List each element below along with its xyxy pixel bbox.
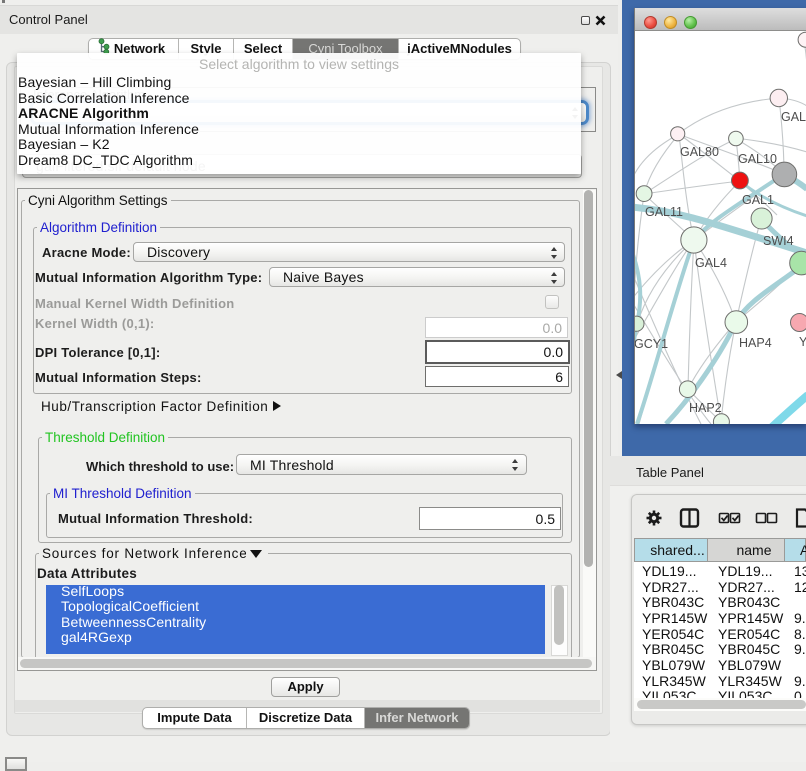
svg-text:GAL80: GAL80 [680, 145, 719, 159]
svg-text:SWI4: SWI4 [763, 234, 794, 248]
svg-text:GCY1: GCY1 [635, 337, 668, 351]
svg-text:GAL2: GAL2 [781, 110, 806, 124]
svg-text:GAL10: GAL10 [738, 152, 777, 166]
svg-text:HAP4: HAP4 [739, 336, 772, 350]
svg-text:GAL11: GAL11 [645, 205, 683, 219]
svg-text:Y: Y [799, 335, 806, 349]
svg-text:HAP2: HAP2 [689, 401, 722, 415]
svg-text:GAL1: GAL1 [742, 193, 774, 207]
svg-text:GAL4: GAL4 [695, 256, 727, 270]
